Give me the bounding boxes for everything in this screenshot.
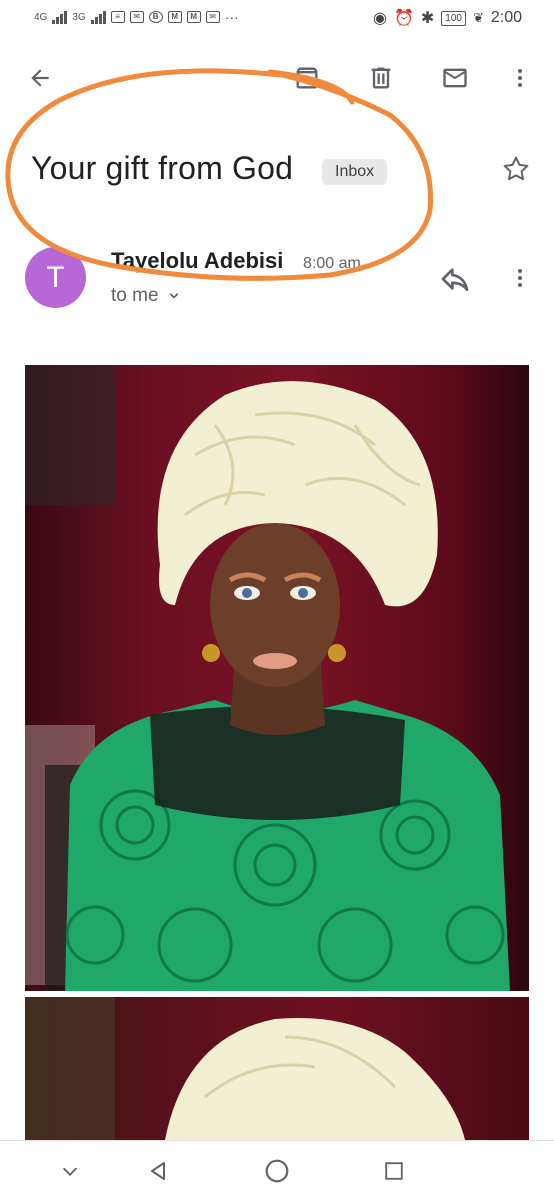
status-bar: 4G 3G ≡ ✉ B M M ✉ ··· ◉ ⏰ ✱ 100 ❦ 2:00 [0, 0, 554, 40]
gmail-notification-2-icon: M [186, 11, 201, 23]
sender-name: Tayelolu Adebisi [111, 248, 284, 273]
email-subject: Your gift from God [31, 150, 294, 186]
system-nav-bar [0, 1140, 554, 1201]
reply-button[interactable] [438, 263, 472, 300]
status-left: 4G 3G ≡ ✉ B M M ✉ ··· [34, 9, 239, 25]
alarm-icon: ⏰ [393, 10, 414, 27]
star-button[interactable] [500, 153, 532, 190]
reply-icon [441, 268, 469, 291]
more-notifications-icon: ··· [224, 9, 239, 25]
chevron-down-icon [169, 293, 178, 299]
eye-icon: ◉ [372, 10, 387, 27]
collapse-icon [62, 1167, 78, 1176]
delete-icon [371, 67, 391, 89]
recents-nav-button[interactable] [374, 1153, 414, 1189]
more-vert-icon [518, 269, 522, 287]
archive-button[interactable] [287, 58, 327, 98]
signal-icon [52, 10, 68, 24]
sender-avatar[interactable]: T [25, 247, 86, 308]
status-right: ◉ ⏰ ✱ 100 ❦ 2:00 [373, 8, 522, 28]
back-button[interactable] [20, 58, 60, 98]
more-options-button[interactable] [500, 58, 540, 98]
mail-notification-2-icon: ✉ [205, 11, 220, 23]
back-triangle-icon [151, 1162, 165, 1180]
mail-notification-icon: ✉ [129, 11, 144, 23]
more-vert-icon [518, 69, 522, 87]
recipient-label: to me [111, 285, 159, 306]
battery-icon: 100 [441, 10, 466, 26]
network-1-label: 4G [34, 11, 48, 23]
leaf-icon: ❦ [472, 10, 484, 25]
gmail-notification-icon: M [167, 11, 182, 23]
mark-unread-button[interactable] [435, 58, 475, 98]
clock-time: 2:00 [490, 9, 522, 26]
email-image-2[interactable] [25, 997, 529, 1140]
signal-2-icon [90, 10, 106, 24]
notification-icon: ≡ [110, 11, 125, 23]
b-app-icon: B [148, 11, 163, 23]
home-circle-icon [265, 1159, 289, 1183]
portrait-illustration-2 [25, 997, 465, 1140]
email-time: 8:00 am [303, 255, 361, 272]
network-2-label: 3G [72, 11, 86, 23]
message-more-button[interactable] [508, 262, 532, 299]
recipient-details-toggle[interactable]: to me [111, 285, 183, 307]
recents-square-icon [385, 1162, 403, 1180]
delete-button[interactable] [361, 58, 401, 98]
collapse-nav-button[interactable] [50, 1153, 90, 1189]
archive-icon [296, 67, 318, 89]
email-image-1[interactable] [25, 365, 529, 991]
email-toolbar [0, 48, 554, 112]
portrait-illustration [25, 365, 510, 991]
inbox-label-chip[interactable]: Inbox [322, 159, 388, 185]
bluetooth-icon: ✱ [420, 10, 435, 27]
back-nav-button[interactable] [138, 1153, 178, 1189]
home-nav-button[interactable] [257, 1153, 297, 1189]
back-arrow-icon [31, 69, 49, 87]
mark-unread-icon [443, 68, 467, 88]
star-icon [503, 156, 529, 181]
